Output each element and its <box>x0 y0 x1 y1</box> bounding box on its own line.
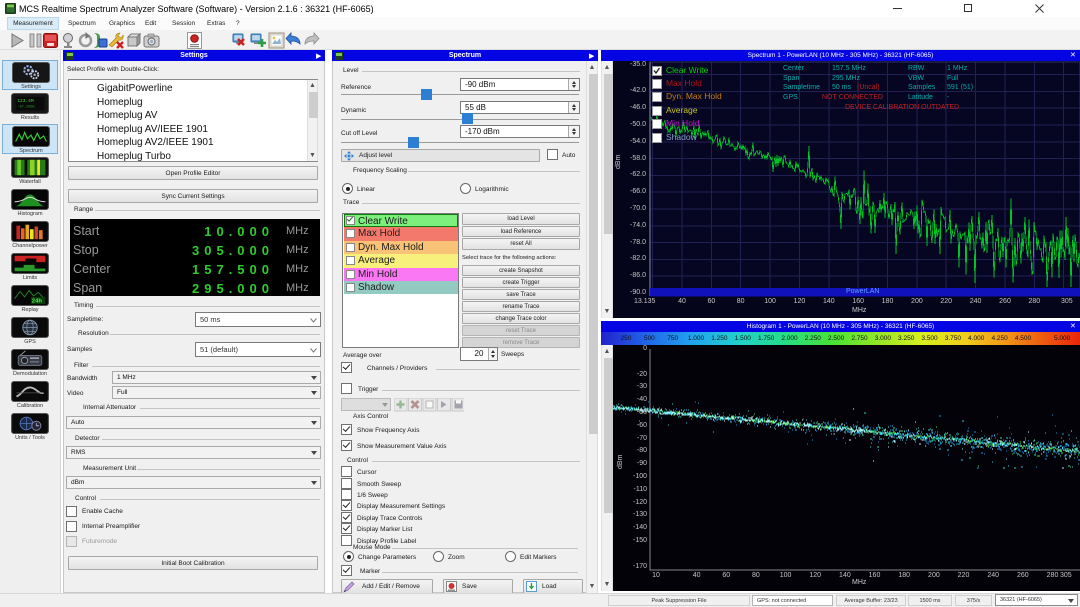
svg-text:123.4M: 123.4M <box>17 98 34 104</box>
svg-text:-67.2dBm: -67.2dBm <box>17 104 34 109</box>
svg-text:24h: 24h <box>32 299 43 305</box>
